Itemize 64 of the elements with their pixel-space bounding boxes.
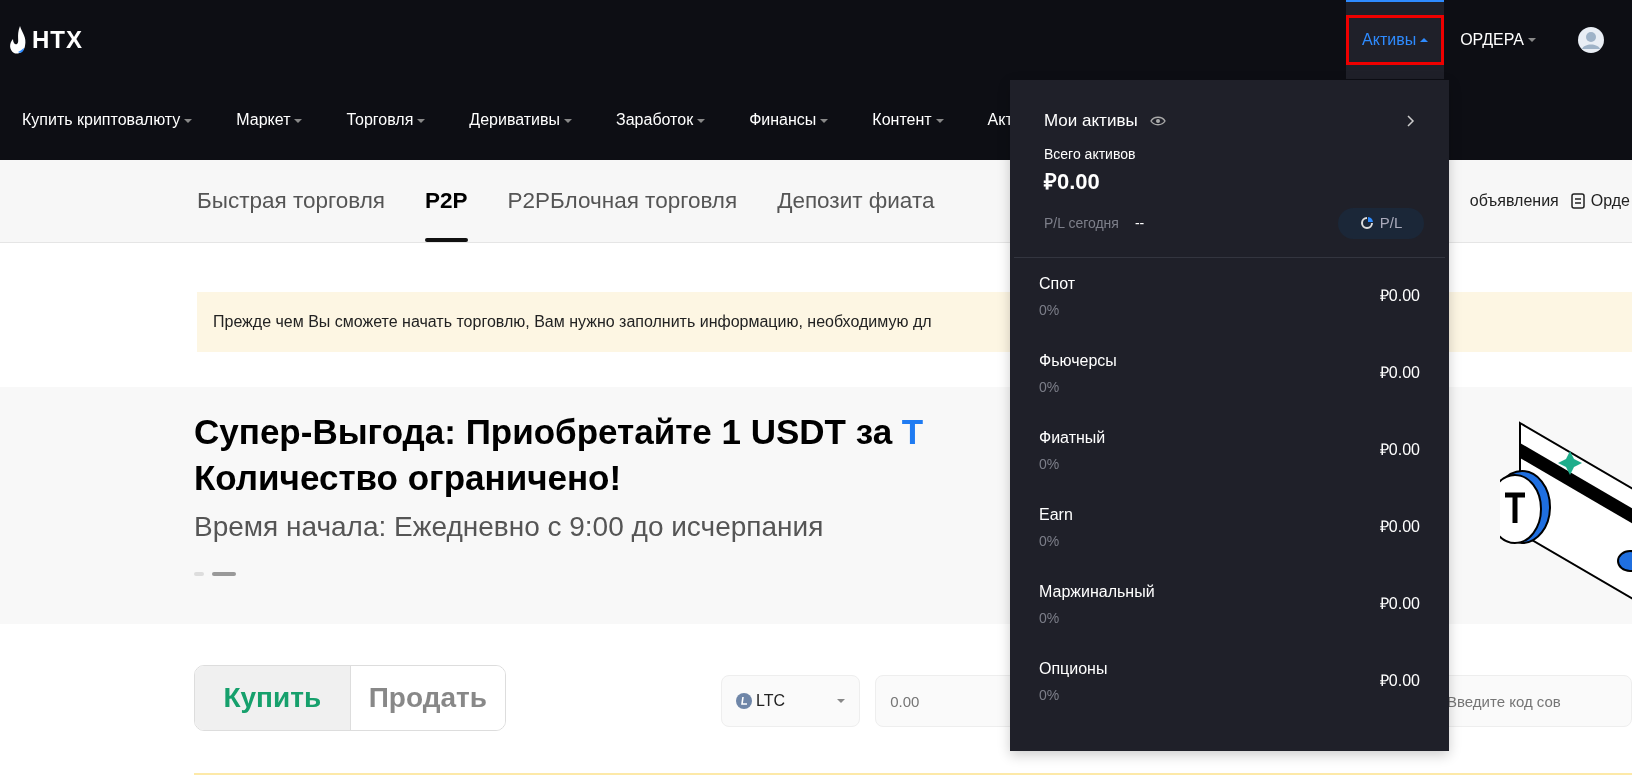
tab[interactable]: P2PБлочная торговля	[507, 160, 738, 242]
notice-text: Прежде чем Вы сможете начать торговлю, Вам нужно заполнить информацию, необходимую дл	[213, 312, 932, 332]
caret-icon	[564, 118, 573, 123]
caret-icon	[935, 118, 944, 123]
account-name[interactable]: Фиатный	[1039, 425, 1106, 450]
caret-icon	[1528, 38, 1536, 42]
account-share: 0%	[1039, 531, 1061, 551]
refresh-icon	[1359, 216, 1374, 230]
caret-icon	[184, 118, 193, 123]
account-value: ₽0.00	[1379, 363, 1420, 383]
pl-value: --	[1134, 213, 1145, 233]
tab-link[interactable]: объявления	[1469, 189, 1559, 213]
pl-label: P/L сегодня	[1044, 213, 1119, 233]
account-value: ₽0.00	[1379, 286, 1420, 306]
eye-icon[interactable]	[1149, 115, 1166, 126]
nav-item[interactable]: Торговля	[346, 108, 426, 132]
nav-item[interactable]: Деривативы	[469, 108, 573, 132]
account-name[interactable]: Фьючерсы	[1039, 348, 1117, 373]
account-value: ₽0.00	[1379, 517, 1420, 537]
banner-title: Супер-Выгода: Приобретайте 1 USDT за Т	[194, 411, 924, 453]
account-name[interactable]: Опционы	[1039, 656, 1108, 681]
caret-icon	[417, 118, 426, 123]
account-share: 0%	[1039, 454, 1061, 474]
menu-title[interactable]: Мои активы	[1044, 108, 1138, 134]
logo-text[interactable]: HTX	[32, 22, 83, 58]
avatar[interactable]	[1578, 27, 1604, 53]
nav-item[interactable]: Маркет	[236, 108, 303, 132]
account-share: 0%	[1039, 377, 1061, 397]
account-name[interactable]: Спот	[1039, 271, 1076, 296]
tab-link[interactable]: Орде	[1590, 189, 1630, 213]
account-share: 0%	[1039, 300, 1061, 320]
total-label: Всего активов	[1044, 144, 1137, 164]
account-share: 0%	[1039, 685, 1061, 705]
caret-icon	[294, 118, 303, 123]
caret-icon	[697, 118, 706, 123]
account-value: ₽0.00	[1379, 594, 1420, 614]
account-share: 0%	[1039, 608, 1061, 628]
caret-icon	[837, 699, 846, 703]
caret-icon	[1420, 38, 1429, 42]
nav-item[interactable]: Заработок	[616, 108, 706, 132]
caret-icon	[820, 118, 829, 123]
tab[interactable]: Быстрая торговля	[197, 160, 385, 242]
nav-item[interactable]: Контент	[872, 108, 944, 132]
nav-menu-item[interactable]: Активы	[1346, 0, 1445, 79]
nav-item[interactable]: Купить криптовалюту	[22, 108, 193, 132]
document-icon	[1570, 193, 1585, 209]
account-name[interactable]: Маржинальный	[1039, 579, 1155, 604]
tab[interactable]: P2P	[425, 160, 468, 242]
banner-subtitle: Время начала: Ежедневно с 9:00 до исчерпания	[194, 510, 824, 544]
account-name[interactable]: Earn	[1039, 502, 1073, 527]
coin-select[interactable]: LTC	[721, 675, 861, 727]
flame-icon	[8, 24, 28, 56]
tab[interactable]: Депозит фиата	[777, 160, 935, 242]
coin-icon	[736, 693, 753, 709]
account-value: ₽0.00	[1379, 671, 1420, 691]
account-value: ₽0.00	[1379, 440, 1420, 460]
side-toggle[interactable]: Продать	[349, 666, 506, 730]
total-value: ₽0.00	[1044, 167, 1101, 196]
nav-menu-item[interactable]: ОРДЕРА	[1448, 0, 1548, 80]
pl-button[interactable]: P/L	[1338, 207, 1424, 239]
nav-item[interactable]: Финансы	[749, 108, 829, 132]
nav-item[interactable]: Акт	[987, 108, 1013, 132]
banner-title: Количество ограничено!	[194, 456, 622, 499]
chevron-right-icon[interactable]	[1407, 114, 1415, 127]
